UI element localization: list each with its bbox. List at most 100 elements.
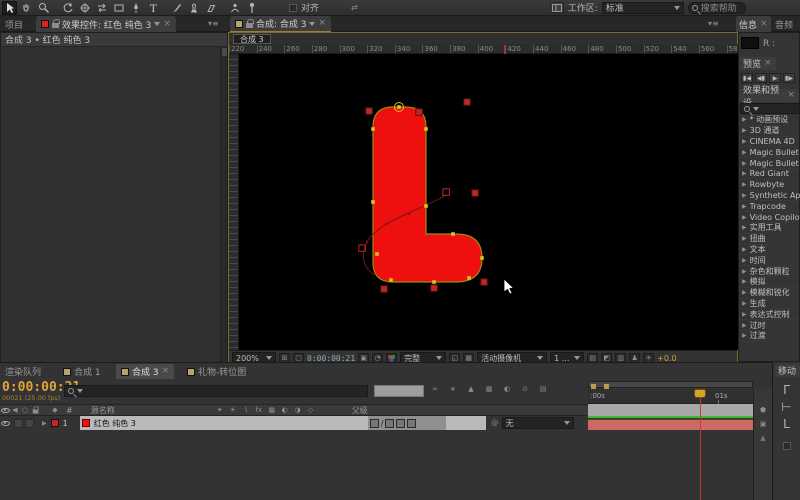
time-ruler[interactable]: :00s 01s [588,389,753,404]
expand-arrow-icon[interactable] [742,246,747,253]
work-area-bar[interactable] [588,381,753,388]
puppet-pin-tool-icon[interactable] [244,1,259,15]
effects-category-item[interactable]: 时间 [739,255,800,266]
comp-viewport[interactable] [239,54,738,350]
roto-brush-tool-icon[interactable] [227,1,242,15]
clone-stamp-tool-icon[interactable] [186,1,201,15]
shape-tool-icon[interactable] [111,1,126,15]
effects-category-item[interactable]: 3D 通道 [739,126,800,137]
playhead-marker[interactable] [694,389,706,398]
effects-category-item[interactable]: Video Copilot [739,212,800,223]
expand-arrow-icon[interactable] [742,116,747,123]
move-panel-tab[interactable]: 移动 [775,364,800,377]
parent-select[interactable]: 无 [502,417,574,429]
effects-category-item[interactable]: Magic Bullet Mi [739,158,800,169]
scrollbar[interactable] [220,47,227,364]
tab-gift[interactable]: 礼物-转位图 [182,364,251,379]
tab-preview[interactable]: 预览 [739,57,776,70]
play-button[interactable]: ▶ [769,73,781,83]
effects-category-item[interactable]: CINEMA 4D [739,137,800,148]
scrollbar-thumb[interactable] [222,48,227,56]
collapse-toolbar-icon[interactable]: ⇄ [351,3,358,12]
layer-name-cell[interactable]: 红色 纯色 3 [80,416,368,430]
rotation-tool-icon[interactable] [60,1,75,15]
parent-pickwhip-icon[interactable]: @ [490,418,500,428]
effects-category-item[interactable]: Rowbyte [739,180,800,191]
first-frame-button[interactable]: ▮◀ [741,73,753,83]
shy-layers-icon[interactable]: ▲ [466,384,476,394]
expand-arrow-icon[interactable] [742,127,747,134]
hand-tool-icon[interactable] [19,1,34,15]
close-icon[interactable] [764,59,772,68]
expand-arrow-icon[interactable] [742,268,747,275]
effects-category-item[interactable]: 过渡 [739,331,800,342]
tab-composition[interactable]: 合成: 合成 3 [230,16,331,32]
close-icon[interactable] [162,367,170,376]
align-option[interactable]: 对齐 [289,1,319,14]
expand-arrow-icon[interactable] [742,138,747,145]
playhead-line[interactable] [700,389,701,500]
layer-row[interactable]: 1 红色 纯色 3 ∕ @ 无 [0,416,588,430]
expand-arrow-icon[interactable] [742,235,747,242]
tab-comp3-active[interactable]: 合成 3 [116,364,174,379]
align-bottom-icon[interactable]: L [773,417,800,434]
live-update-icon[interactable]: ∗ [448,384,458,394]
effects-category-item[interactable]: Magic Bullet Lo [739,147,800,158]
panel-menu-icon[interactable] [208,19,219,28]
layer-label-swatch[interactable] [51,419,59,427]
chevron-down-icon[interactable] [154,22,160,26]
pan-behind-tool-icon[interactable] [94,1,109,15]
tab-audio[interactable]: 音频 [772,16,796,32]
next-frame-button[interactable]: ▮▶ [783,73,795,83]
expand-arrow-icon[interactable] [742,257,747,264]
expand-arrow-icon[interactable] [742,170,747,177]
close-icon[interactable] [163,20,171,29]
effects-category-item[interactable]: Trapcode [739,201,800,212]
workspace-icon[interactable] [550,2,564,13]
close-icon[interactable] [787,91,795,100]
pen-tool-icon[interactable] [128,1,143,15]
effects-category-item[interactable]: Synthetic Apert [739,191,800,202]
layer-expand-arrow-icon[interactable] [42,420,47,427]
layer-switches-cell[interactable]: ∕ [368,416,446,430]
comp-viewer-tab[interactable]: 合成 3 [233,34,271,44]
expand-arrow-icon[interactable] [742,181,747,188]
parent-column-header[interactable]: 父级 [352,405,368,416]
tab-effect-controls[interactable]: 效果控件: 红色 纯色 3 [36,16,176,32]
frame-blending-icon[interactable]: ▦ [484,384,494,394]
previous-frame-button[interactable]: ◀▮ [755,73,767,83]
expand-arrow-icon[interactable] [742,203,747,210]
align-top-icon[interactable]: Γ [773,383,800,400]
effects-category-item[interactable]: 文本 [739,245,800,256]
type-tool-icon[interactable]: T [145,1,160,15]
expand-arrow-icon[interactable] [742,278,747,285]
effects-search-input[interactable] [740,103,800,114]
expand-arrow-icon[interactable] [742,224,747,231]
effects-category-item[interactable]: 生成 [739,299,800,310]
effects-category-item[interactable]: * 动画预设 [739,115,800,126]
expand-arrow-icon[interactable] [742,300,747,307]
tab-comp1[interactable]: 合成 1 [58,364,106,379]
graph-editor-icon[interactable]: ▤ [538,384,548,394]
expand-arrow-icon[interactable] [742,332,747,339]
solo-toggle[interactable] [25,419,34,428]
brush-tool-icon[interactable] [169,1,184,15]
effects-category-item[interactable]: 模拟 [739,277,800,288]
expand-arrow-icon[interactable] [742,289,747,296]
close-icon[interactable] [760,20,768,29]
align-middle-icon[interactable]: ⊢ [773,400,800,417]
expand-arrow-icon[interactable] [742,149,747,156]
effects-category-item[interactable]: 表达式控制 [739,309,800,320]
expand-arrow-icon[interactable] [742,322,747,329]
audio-toggle[interactable] [14,419,23,428]
comp-marker-shield-icon[interactable]: ⬟ [758,405,768,415]
expand-arrow-icon[interactable] [742,160,747,167]
zoom-tool-icon[interactable] [36,1,51,15]
close-icon[interactable] [318,19,326,28]
effects-category-item[interactable]: 杂色和颗粒 [739,266,800,277]
scroll-up-icon[interactable]: ▲ [758,433,768,443]
motion-blur-icon[interactable]: ◐ [502,384,512,394]
timeline-search-input[interactable] [64,385,368,397]
tab-effects-presets[interactable]: 效果和预设 [739,89,799,102]
effects-category-item[interactable]: Red Giant [739,169,800,180]
